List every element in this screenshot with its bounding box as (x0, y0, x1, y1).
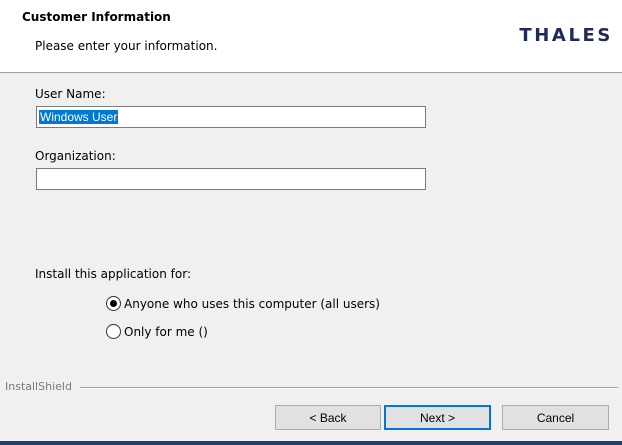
thales-logo: THALES (519, 25, 613, 46)
footer-divider (80, 387, 618, 389)
dialog-subtitle: Please enter your information. (35, 39, 218, 53)
organization-label: Organization: (35, 149, 116, 163)
radio-all-users-label: Anyone who uses this computer (all users… (124, 296, 380, 311)
next-button[interactable]: Next > (384, 405, 491, 430)
installshield-brand: InstallShield (5, 380, 72, 393)
radio-only-me[interactable]: Only for me () (106, 324, 208, 339)
user-name-field[interactable]: Windows User (36, 106, 426, 128)
user-name-label: User Name: (35, 87, 106, 101)
back-button[interactable]: < Back (275, 405, 381, 430)
radio-checked-icon[interactable] (106, 296, 121, 311)
dialog-title: Customer Information (22, 10, 171, 24)
radio-all-users[interactable]: Anyone who uses this computer (all users… (106, 296, 380, 311)
install-for-label: Install this application for: (35, 267, 191, 281)
user-name-value: Windows User (39, 110, 119, 124)
cancel-button[interactable]: Cancel (502, 405, 609, 430)
organization-field[interactable] (36, 168, 426, 190)
radio-only-me-label: Only for me () (124, 324, 208, 339)
radio-unchecked-icon[interactable] (106, 324, 121, 339)
bottom-accent-bar (0, 441, 622, 445)
header-banner: Customer Information Please enter your i… (0, 0, 622, 73)
